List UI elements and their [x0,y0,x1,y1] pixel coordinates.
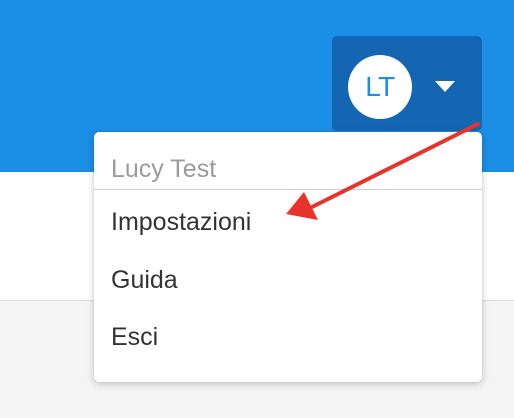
user-dropdown-menu: Lucy Test Impostazioni Guida Esci [94,132,482,382]
dropdown-divider [94,189,482,190]
avatar: LT [348,55,412,119]
menu-item-help[interactable]: Guida [111,265,178,295]
menu-item-settings[interactable]: Impostazioni [111,207,251,237]
menu-item-logout[interactable]: Esci [111,322,158,352]
caret-down-icon [435,81,455,92]
user-menu-button[interactable]: LT [332,36,482,131]
dropdown-user-name: Lucy Test [111,155,217,183]
